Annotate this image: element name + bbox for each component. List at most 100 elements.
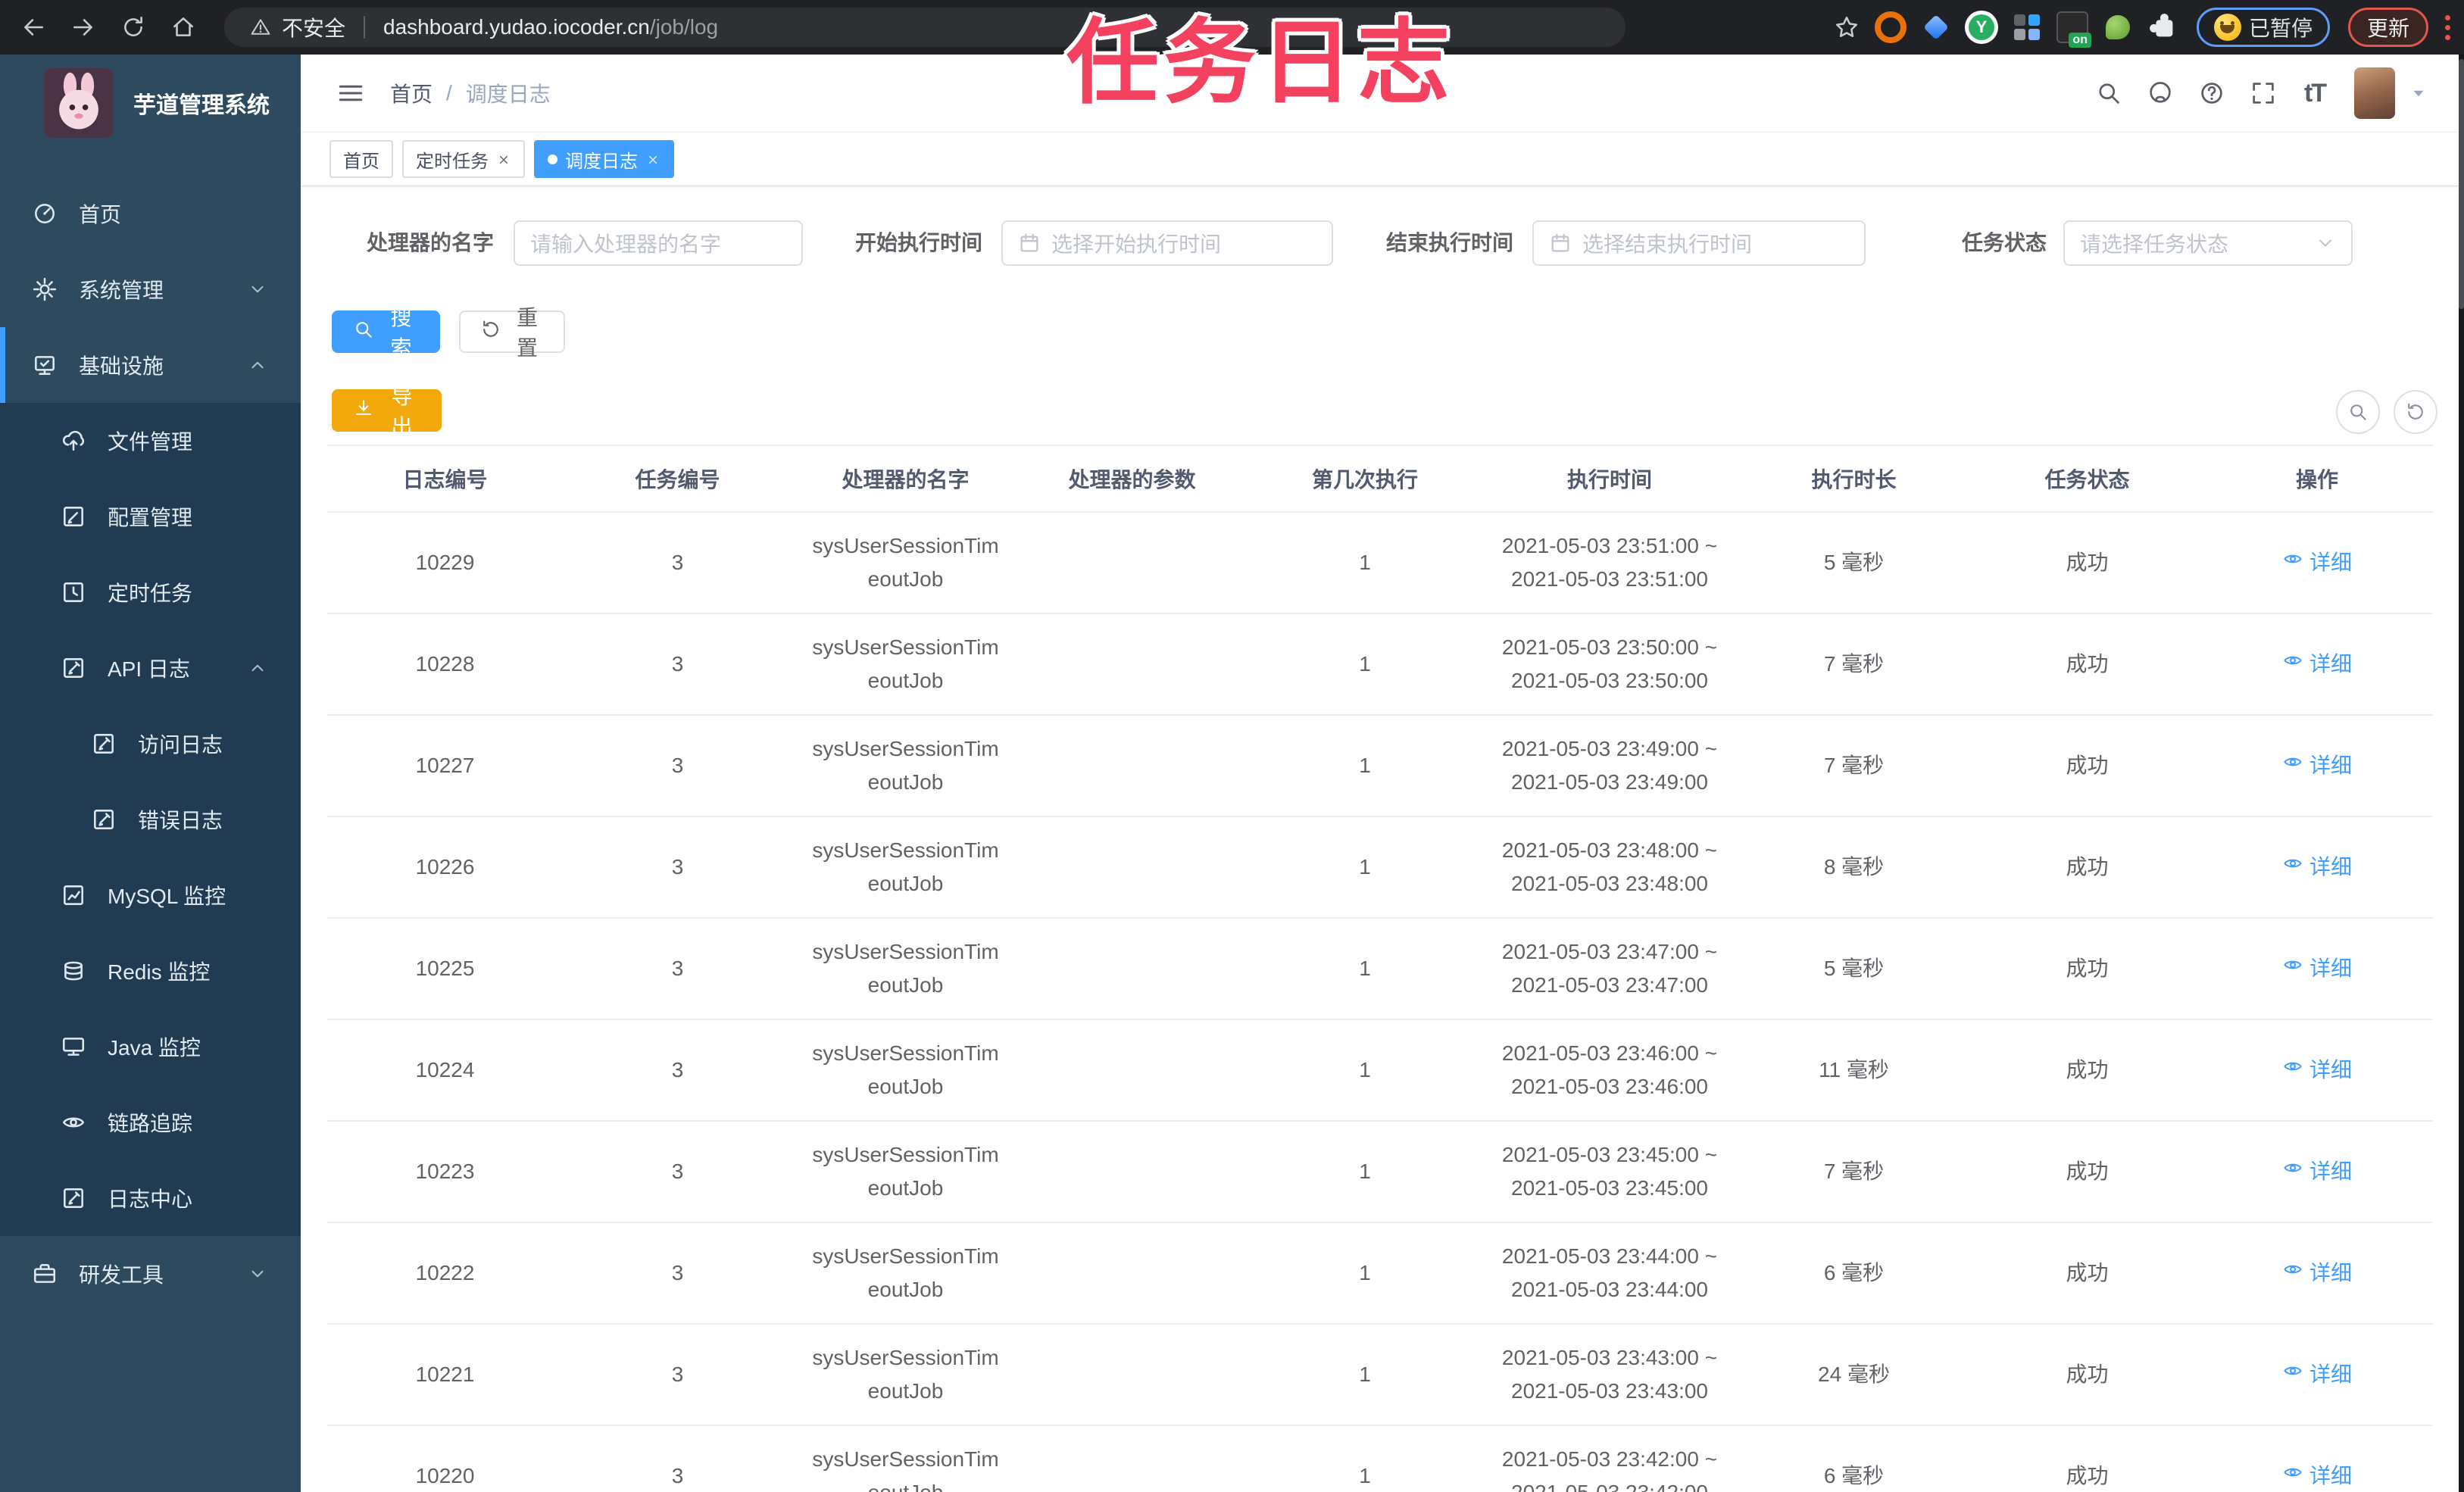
scrollbar-thumb[interactable] <box>2459 59 2464 309</box>
sidebar-item-trace[interactable]: 链路追踪 <box>0 1085 301 1160</box>
eye-icon <box>2282 1459 2303 1492</box>
sidebar-item-file[interactable]: 文件管理 <box>0 403 301 479</box>
browser-menu-icon[interactable] <box>2442 12 2453 43</box>
dashboard-icon <box>32 201 58 226</box>
toggle-search-button[interactable] <box>2336 390 2380 434</box>
fullscreen-icon[interactable] <box>2247 76 2280 110</box>
refresh-table-button[interactable] <box>2394 390 2437 434</box>
avatar[interactable] <box>2354 67 2395 119</box>
help-icon[interactable] <box>2195 76 2228 110</box>
font-size-icon[interactable]: tT <box>2298 76 2331 110</box>
detail-link[interactable]: 详细 <box>2282 546 2352 579</box>
chevron-down-icon <box>248 1264 267 1284</box>
cell-status: 成功 <box>1973 1222 2201 1325</box>
handler-name-input[interactable]: 请输入处理器的名字 <box>514 220 803 266</box>
cell-handler: sysUserSessionTimeoutJob <box>792 512 1019 614</box>
sidebar-item-label: Redis 监控 <box>108 960 211 984</box>
calendar-icon <box>1018 232 1041 254</box>
sidebar-item-job[interactable]: 定时任务 <box>0 554 301 630</box>
column-header: 执行时长 <box>1735 445 1973 513</box>
tab-首页[interactable]: 首页 <box>329 140 393 178</box>
extension-icon-leaf[interactable] <box>2101 11 2135 44</box>
sidebar-item-java[interactable]: Java 监控 <box>0 1009 301 1085</box>
cell-actions: 详细 <box>2201 715 2433 817</box>
tab-定时任务[interactable]: 定时任务 <box>402 140 525 178</box>
end-time-input[interactable]: 选择结束执行时间 <box>1532 220 1866 266</box>
detail-link[interactable]: 详细 <box>2282 648 2352 681</box>
tab-调度日志[interactable]: 调度日志 <box>534 140 674 178</box>
overlay-title: 任务日志 <box>1066 11 1454 114</box>
detail-link[interactable]: 详细 <box>2282 851 2352 884</box>
start-time-input[interactable]: 选择开始执行时间 <box>1001 220 1333 266</box>
search-button[interactable]: 搜索 <box>332 306 440 360</box>
sidebar-item-log-center[interactable]: 日志中心 <box>0 1160 301 1236</box>
cell-status: 成功 <box>1973 512 2201 614</box>
detail-link[interactable]: 详细 <box>2282 1155 2352 1188</box>
detail-link[interactable]: 详细 <box>2282 749 2352 782</box>
update-label: 更新 <box>2366 17 2409 40</box>
chevron-up-icon <box>248 658 267 678</box>
detail-link[interactable]: 详细 <box>2282 1459 2352 1492</box>
sidebar-item-mysql[interactable]: MySQL 监控 <box>0 857 301 933</box>
detail-link[interactable]: 详细 <box>2282 1358 2352 1391</box>
sidebar-item-dev-tools[interactable]: 研发工具 <box>0 1236 301 1312</box>
sidebar-item-infra[interactable]: 基础设施 <box>0 327 301 403</box>
close-icon[interactable] <box>496 151 511 167</box>
cell-time: 2021-05-03 23:44:00 ~2021-05-03 23:44:00 <box>1485 1222 1735 1325</box>
reset-button[interactable]: 重置 <box>459 306 565 360</box>
cell-duration: 11 毫秒 <box>1735 1019 1973 1122</box>
caret-down-icon[interactable] <box>2409 83 2428 103</box>
detail-link-label: 详细 <box>2309 1261 2352 1284</box>
sidebar-item-config[interactable]: 配置管理 <box>0 479 301 554</box>
filter-label-end-time: 结束执行时间 <box>1386 231 1514 254</box>
extension-icon-gem[interactable] <box>1919 11 1953 44</box>
sidebar-item-error-log[interactable]: 错误日志 <box>0 782 301 857</box>
cell-status: 成功 <box>1973 1425 2201 1492</box>
sidebar-item-label: 定时任务 <box>108 582 193 605</box>
detail-link-label: 详细 <box>2309 1058 2352 1082</box>
bookmark-star-icon[interactable] <box>1832 12 1862 42</box>
menu-fold-icon[interactable] <box>336 78 366 108</box>
sidebar-item-access-log[interactable]: 访问日志 <box>0 706 301 782</box>
task-status-select[interactable]: 请选择任务状态 <box>2063 220 2353 266</box>
detail-link[interactable]: 详细 <box>2282 1256 2352 1290</box>
cell-time: 2021-05-03 23:45:00 ~2021-05-03 23:45:00 <box>1485 1121 1735 1223</box>
sidebar-item-label: 基础设施 <box>79 354 164 378</box>
paused-profile-button[interactable]: 已暂停 <box>2196 8 2330 47</box>
browser-update-button[interactable]: 更新 <box>2347 8 2428 47</box>
cell-task-id: 3 <box>563 816 792 919</box>
url-path: /job/log <box>649 15 719 39</box>
download-icon <box>353 398 374 424</box>
reload-icon[interactable] <box>118 12 148 42</box>
filter-label-handler-name: 处理器的名字 <box>366 231 494 254</box>
extension-icon-orange[interactable] <box>1874 11 1907 44</box>
extension-icon-y[interactable]: Y <box>1964 11 1998 44</box>
cell-duration: 6 毫秒 <box>1735 1425 1973 1492</box>
close-icon[interactable] <box>645 151 661 167</box>
extension-puzzle-icon[interactable] <box>2147 11 2180 44</box>
extension-icon-grid[interactable] <box>2010 11 2044 44</box>
app-logo[interactable]: 芋道管理系统 <box>0 55 301 151</box>
cell-task-id: 3 <box>563 613 792 716</box>
back-icon[interactable] <box>18 12 48 42</box>
sidebar-item-home[interactable]: 首页 <box>0 176 301 251</box>
export-button[interactable]: 导出 <box>332 385 442 439</box>
sidebar-item-redis[interactable]: Redis 监控 <box>0 933 301 1009</box>
search-icon[interactable] <box>2092 76 2125 110</box>
breadcrumb-home[interactable]: 首页 <box>390 78 433 108</box>
forward-icon[interactable] <box>68 12 98 42</box>
sidebar-item-system[interactable]: 系统管理 <box>0 251 301 327</box>
github-icon[interactable] <box>2144 76 2177 110</box>
detail-link[interactable]: 详细 <box>2282 1053 2352 1087</box>
sidebar-item-api-log[interactable]: API 日志 <box>0 630 301 706</box>
home-icon[interactable] <box>168 12 198 42</box>
cell-param <box>1019 1019 1245 1122</box>
detail-link[interactable]: 详细 <box>2282 952 2352 985</box>
cell-log-id: 10222 <box>327 1222 563 1325</box>
column-header: 第几次执行 <box>1245 445 1485 513</box>
cell-actions: 详细 <box>2201 1425 2433 1492</box>
cell-count: 1 <box>1245 816 1485 919</box>
detail-link-label: 详细 <box>2309 1464 2352 1487</box>
extension-icon-on-badge[interactable]: on <box>2056 11 2091 48</box>
sidebar-item-label: 研发工具 <box>79 1263 164 1287</box>
